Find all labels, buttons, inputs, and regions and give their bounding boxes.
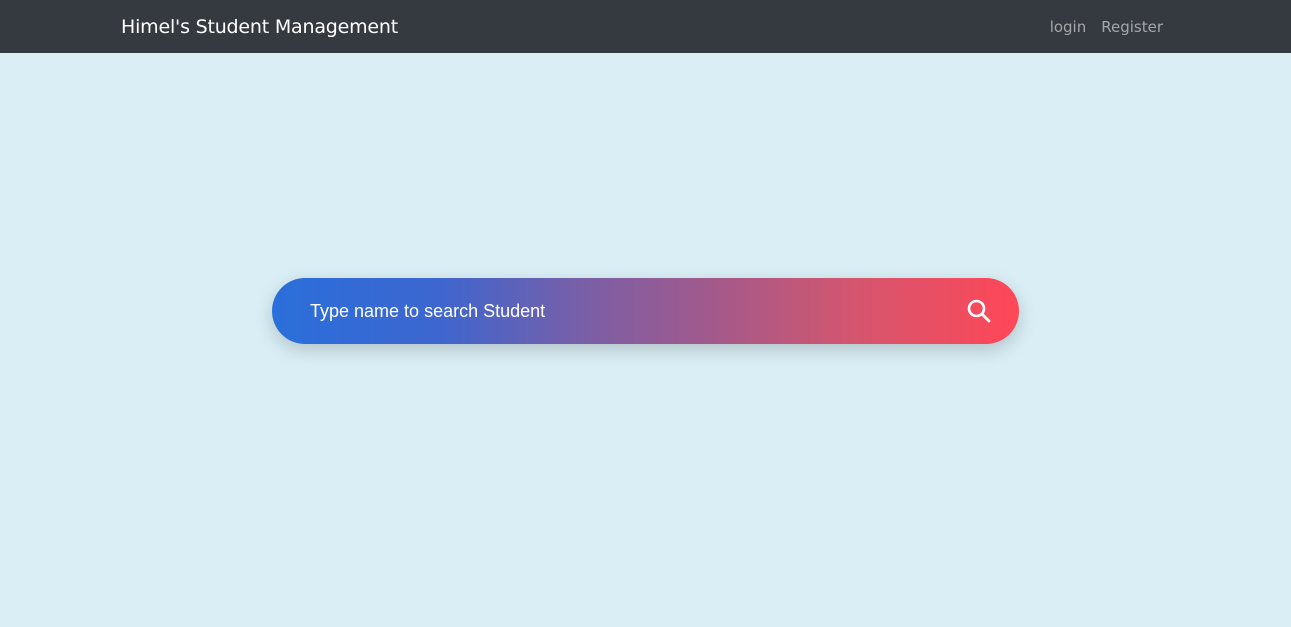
top-navbar: Himel's Student Management login Registe… — [0, 0, 1291, 53]
brand-link[interactable]: Himel's Student Management — [121, 15, 398, 39]
search-button[interactable] — [963, 295, 995, 327]
register-link[interactable]: Register — [1101, 17, 1163, 37]
nav-links: login Register — [1050, 17, 1163, 37]
search-bar — [272, 278, 1019, 344]
login-link[interactable]: login — [1050, 17, 1087, 37]
search-icon — [967, 299, 991, 323]
search-input[interactable] — [310, 278, 930, 344]
